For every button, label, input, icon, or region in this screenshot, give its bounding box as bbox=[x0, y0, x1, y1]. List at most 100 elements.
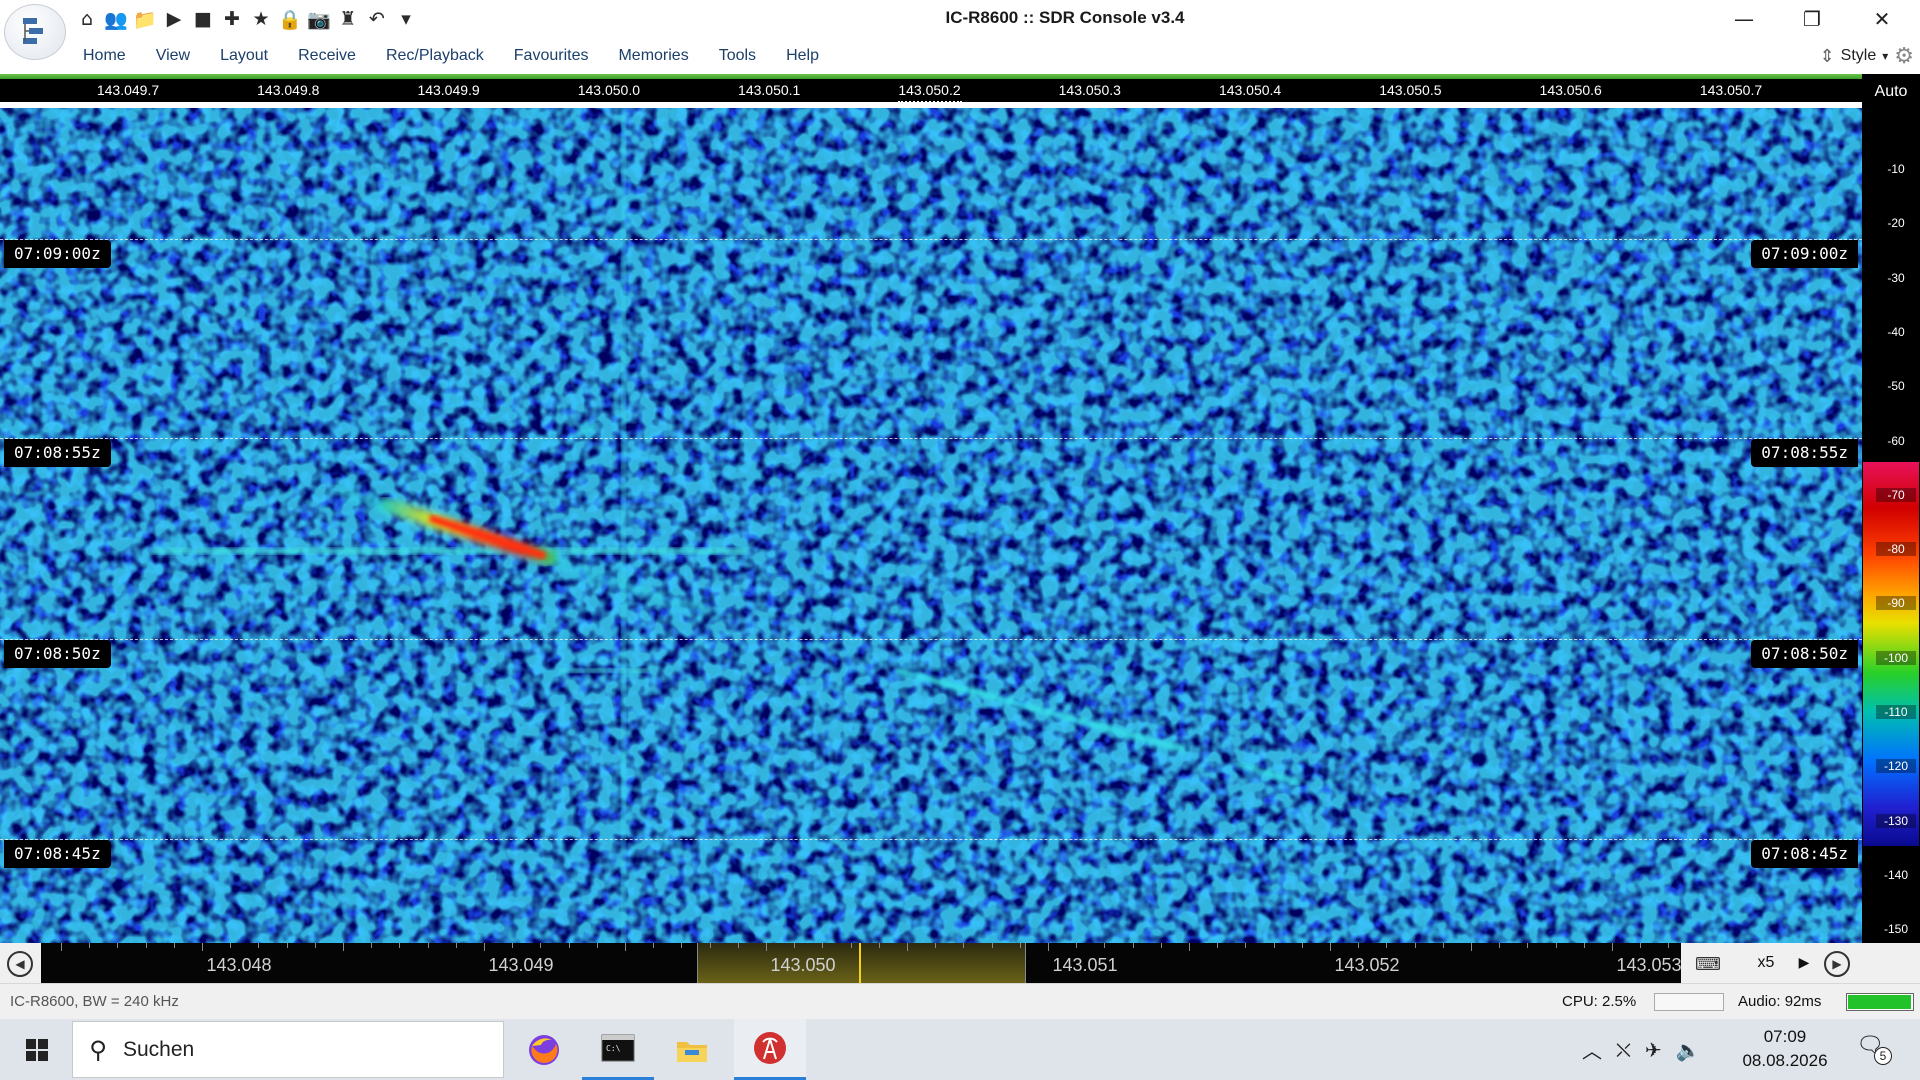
spectrum-tick bbox=[1386, 943, 1388, 948]
taskbar-search[interactable]: ⚲ Suchen bbox=[72, 1021, 504, 1078]
scroll-right-button[interactable]: ▶ bbox=[1824, 951, 1850, 977]
customize-dropdown-icon[interactable]: ▾ bbox=[393, 6, 419, 32]
clock-time: 07:09 bbox=[1763, 1027, 1807, 1046]
start-button[interactable] bbox=[10, 1019, 64, 1080]
tuned-frequency-marker bbox=[898, 101, 962, 103]
spectrum-tick bbox=[145, 943, 147, 948]
spectrum-tick bbox=[596, 943, 598, 948]
menu-rec-playback[interactable]: Rec/Playback bbox=[371, 38, 499, 74]
timestamp-label: 07:08:55z bbox=[4, 439, 111, 467]
style-icon: ⇕ bbox=[1819, 45, 1835, 67]
spectrum-tick bbox=[1358, 943, 1360, 948]
menu-favourites[interactable]: Favourites bbox=[499, 38, 604, 74]
spectrum-frequency-label: 143.049 bbox=[488, 955, 554, 975]
menu-tools[interactable]: Tools bbox=[704, 38, 771, 74]
frequency-tick-label: 143.049.7 bbox=[96, 82, 160, 98]
spectrum-tick bbox=[1104, 943, 1106, 948]
spectrum-tick bbox=[1414, 943, 1416, 948]
minimize-icon: — bbox=[1734, 7, 1754, 31]
spectrum-tick bbox=[1273, 943, 1275, 948]
play-icon[interactable]: ▶ bbox=[161, 6, 187, 32]
stop-icon[interactable]: ■ bbox=[190, 6, 216, 32]
taskbar-app-sdr-console[interactable] bbox=[734, 1019, 806, 1080]
db-tick-label: -120 bbox=[1876, 759, 1916, 774]
frequency-tick-label: 143.049.9 bbox=[417, 82, 480, 98]
db-tick-label: -110 bbox=[1876, 705, 1916, 719]
notification-center-button[interactable]: 🗨 5 bbox=[1856, 1033, 1892, 1067]
taskbar-app-terminal[interactable]: C:\ bbox=[582, 1019, 654, 1080]
close-icon: ✕ bbox=[1873, 7, 1891, 31]
style-menu[interactable]: ⇕ Style ▾ ⚙ bbox=[1820, 38, 1914, 74]
menu-receive[interactable]: Receive bbox=[283, 38, 371, 74]
spectrum-tick bbox=[286, 943, 288, 948]
taskbar-clock[interactable]: 07:09 08.08.2026 bbox=[1730, 1025, 1840, 1073]
network-disconnected-icon[interactable]: ⛌ bbox=[1616, 1038, 1631, 1062]
spectrum-tick bbox=[963, 943, 965, 948]
spectrum-tick bbox=[89, 943, 91, 948]
menu-memories[interactable]: Memories bbox=[603, 38, 703, 74]
menu-layout[interactable]: Layout bbox=[205, 38, 283, 74]
taskbar-app-firefox[interactable] bbox=[508, 1019, 580, 1080]
spectrum-tick bbox=[1160, 943, 1162, 948]
spectrum-tick bbox=[709, 943, 711, 948]
search-placeholder: Suchen bbox=[123, 1037, 195, 1061]
spectrum-tick bbox=[1471, 943, 1472, 951]
menu-view[interactable]: View bbox=[141, 38, 205, 74]
spectrum-tick bbox=[1555, 943, 1557, 948]
windows-taskbar: ⚲ Suchen C:\ ︿ ⛌ ✈ 🔈 07:09 08.08.2026 🗨 … bbox=[0, 1019, 1920, 1080]
menu-help[interactable]: Help bbox=[771, 38, 834, 74]
app-menu-button[interactable] bbox=[4, 4, 66, 60]
spectrum-tick bbox=[1076, 943, 1078, 948]
beacon-icon[interactable]: ♜ bbox=[335, 6, 361, 32]
clock-date: 08.08.2026 bbox=[1742, 1051, 1828, 1070]
restore-button[interactable]: ❐ bbox=[1784, 0, 1840, 38]
lock-icon[interactable]: 🔒 bbox=[277, 6, 303, 32]
timestamp-label: 07:08:45z bbox=[4, 840, 111, 868]
scroll-left-button[interactable]: ◀ bbox=[7, 951, 33, 977]
db-scale[interactable]: Auto -10 -20 -30 -40 -50 -60 -70 -80 -90 -100 -110… bbox=[1862, 74, 1920, 943]
audio-latency: Audio: 92ms bbox=[1738, 993, 1822, 1010]
spectrum-tick bbox=[455, 943, 457, 948]
undo-icon[interactable]: ↶ bbox=[364, 6, 390, 32]
cpu-meter bbox=[1654, 993, 1724, 1011]
spectrum-tick bbox=[202, 943, 203, 951]
airplane-mode-icon[interactable]: ✈ bbox=[1645, 1038, 1662, 1062]
close-button[interactable]: ✕ bbox=[1854, 0, 1910, 38]
volume-icon[interactable]: 🔈 bbox=[1676, 1038, 1701, 1062]
spectrum-tick bbox=[1048, 943, 1049, 951]
spectrum-tick bbox=[1527, 943, 1529, 948]
keyboard-icon: ⌨ bbox=[1695, 953, 1721, 975]
waterfall-display[interactable]: 07:09:00z 07:09:00z 07:08:55z 07:08:55z 07:0… bbox=[0, 108, 1862, 943]
zoom-level[interactable]: x5 bbox=[1746, 943, 1786, 983]
tray-overflow-icon[interactable]: ︿ bbox=[1582, 1035, 1602, 1064]
db-tick-label: -80 bbox=[1876, 542, 1916, 557]
system-tray: ︿ ⛌ ✈ 🔈 bbox=[1582, 1019, 1701, 1080]
gear-icon[interactable]: ⚙ bbox=[1894, 44, 1914, 69]
spectrum-tick bbox=[991, 943, 993, 948]
zoom-next-button[interactable]: ▶ bbox=[1794, 943, 1814, 983]
spectrum-tick bbox=[1499, 943, 1501, 948]
frequency-tick-label: 143.050.1 bbox=[738, 82, 801, 98]
auto-range-button[interactable]: Auto bbox=[1862, 74, 1920, 110]
taskbar-app-file-explorer[interactable] bbox=[656, 1019, 728, 1080]
add-icon[interactable]: ✚ bbox=[219, 6, 245, 32]
camera-icon[interactable]: 📷 bbox=[306, 6, 332, 32]
keyboard-entry-button[interactable]: ⌨ bbox=[1690, 951, 1726, 977]
overview-spectrum[interactable]: 143.048 143.049 143.050 143.051 143.052 143.0… bbox=[41, 943, 1681, 983]
menu-home[interactable]: Home bbox=[68, 38, 141, 74]
spectrum-tick bbox=[399, 943, 401, 948]
fast-forward-icon: ▶ bbox=[1832, 957, 1842, 971]
star-icon[interactable]: ★ bbox=[248, 6, 274, 32]
spectrum-tick bbox=[1301, 943, 1303, 948]
db-tick-label: -10 bbox=[1887, 162, 1905, 176]
users-icon[interactable]: 👥 bbox=[103, 6, 129, 32]
spectrum-tick bbox=[343, 943, 344, 951]
spectrum-tick bbox=[737, 943, 739, 948]
frequency-ruler[interactable]: 143.049.7 143.049.8 143.049.9 143.050.0 143.… bbox=[0, 79, 1862, 105]
notification-count: 5 bbox=[1874, 1047, 1892, 1065]
frequency-tick-label: 143.049.8 bbox=[257, 82, 320, 98]
timestamp-label: 07:09:00z bbox=[1751, 240, 1858, 268]
minimize-button[interactable]: — bbox=[1716, 0, 1772, 38]
folder-icon[interactable]: 📁 bbox=[132, 6, 158, 32]
home-icon[interactable]: ⌂ bbox=[74, 6, 100, 32]
